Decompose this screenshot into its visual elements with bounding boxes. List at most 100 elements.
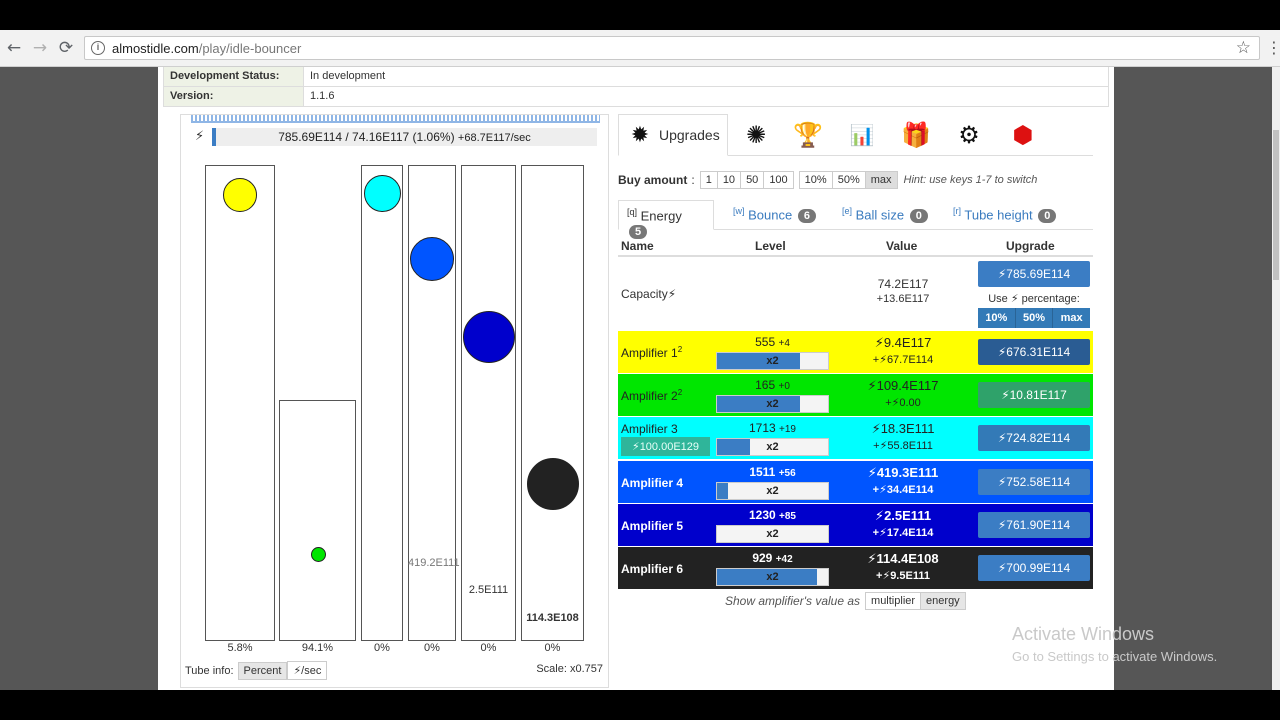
info-row: Development Status: In development	[163, 67, 1109, 87]
tab-ball-size[interactable]: [e] Ball size 0	[834, 200, 936, 230]
browser-menu-icon[interactable]: ⋮	[1266, 38, 1280, 57]
amplifier-row: Amplifier 4 1511 +56 x2 ⚡419.3E111 +⚡34.4…	[618, 461, 1093, 503]
amplifier-multiplier: x2	[766, 485, 779, 497]
amplifier-unlock-button[interactable]: ⚡100.00E129	[621, 437, 710, 456]
amplifier-upgrade-button[interactable]: ⚡761.90E114	[978, 512, 1090, 538]
tab-tube-height[interactable]: [r] Tube height 0	[945, 200, 1064, 230]
capacity-50pct-button[interactable]: 50%	[1015, 308, 1054, 328]
info-value: In development	[310, 70, 386, 82]
buy-max-button[interactable]: max	[864, 171, 898, 189]
amplifier-level: 165 +0	[755, 378, 790, 392]
amplifier-row: Amplifier 5 1230 +85 x2 ⚡2.5E111 +⚡17.4E1…	[618, 504, 1093, 546]
settings-icon[interactable]: ⚙	[954, 120, 984, 150]
buy-100-button[interactable]: 100	[763, 171, 794, 189]
gem-icon[interactable]: ⬢	[1008, 120, 1038, 150]
buy-50-button[interactable]: 50	[740, 171, 765, 189]
upgrades-icon: ✹	[630, 123, 650, 148]
capacity-row: Capacity⚡ 74.2E117 +13.6E117 ⚡785.69E114…	[618, 257, 1093, 331]
buy-1-button[interactable]: 1	[699, 171, 718, 189]
header-name: Name	[621, 239, 654, 253]
scrollbar-thumb[interactable]	[1273, 130, 1279, 280]
amplifier-multiplier: x2	[766, 398, 779, 410]
amplifier-row: Amplifier 3 ⚡100.00E129 1713 +19 x2 ⚡18.…	[618, 417, 1093, 459]
tab-upgrades-label: Upgrades	[659, 127, 720, 143]
back-icon[interactable]: ←	[5, 39, 23, 57]
scale-label: Scale: x0.757	[536, 663, 603, 675]
amplifier-value: ⚡109.4E117 +⚡0.00	[867, 378, 939, 409]
tube-6-percent: 0%	[544, 642, 561, 654]
info-value: 1.1.6	[310, 90, 335, 102]
amplifier-upgrade-button[interactable]: ⚡724.82E114	[978, 425, 1090, 451]
amplifier-value: ⚡114.4E108 +⚡9.5E111	[867, 551, 939, 582]
amplifier-row: Amplifier 6 929 +42 x2 ⚡114.4E108 +⚡9.5E1…	[618, 547, 1093, 589]
buy-50pct-button[interactable]: 50%	[831, 171, 866, 189]
game-panel: ⚡ 785.69E114 / 74.16E117 (1.06%) +68.7E1…	[180, 114, 609, 688]
amplifier-row: Amplifier 12 555 +4 x2 ⚡9.4E117 +⚡67.7E11…	[618, 331, 1093, 373]
amplifier-progress-bar: x2	[716, 568, 829, 586]
tube-info-percent-button[interactable]: Percent	[237, 661, 288, 680]
amplifier-name: Amplifier 3	[621, 422, 678, 436]
amplifier-name: Amplifier 5	[621, 519, 684, 533]
amplifier-upgrade-button[interactable]: ⚡676.31E114	[978, 339, 1090, 365]
buy-amount-row: Buy amount: 1 10 50 100 10% 50% max Hint…	[618, 171, 1038, 189]
buy-10-button[interactable]: 10	[716, 171, 742, 189]
show-multiplier-button[interactable]: multiplier	[865, 592, 922, 610]
amplifier-upgrade-button[interactable]: ⚡700.99E114	[978, 555, 1090, 581]
upgrade-table-header: Name Level Value Upgrade	[618, 235, 1093, 257]
reload-icon[interactable]: ⟳	[57, 39, 75, 57]
browser-toolbar: ← → ⟳ i almostidle.com/play/idle-bouncer…	[0, 30, 1280, 67]
amplifier-level: 555 +4	[755, 335, 790, 349]
windows-activation-watermark: Activate Windows Go to Settings to activ…	[1012, 624, 1217, 664]
amplifier-row: Amplifier 22 165 +0 x2 ⚡109.4E117 +⚡0.00 …	[618, 374, 1093, 416]
amplifier-progress-bar: x2	[716, 438, 829, 456]
bookmark-star-icon[interactable]: ☆	[1236, 38, 1251, 58]
count-badge: 0	[909, 209, 928, 224]
amplifier-name: Amplifier 12	[621, 345, 683, 360]
capacity-10pct-button[interactable]: 10%	[978, 308, 1016, 328]
url-text: almostidle.com/play/idle-bouncer	[112, 41, 302, 56]
amplifier-level: 1230 +85	[748, 508, 796, 522]
tab-energy[interactable]: [q] Energy 5	[618, 200, 714, 240]
buy-hint: Hint: use keys 1-7 to switch	[903, 174, 1038, 186]
amplifier-level: 1511 +56	[749, 465, 796, 479]
capacity-upgrade-button[interactable]: ⚡785.69E114	[978, 261, 1090, 287]
amplifier-value: ⚡2.5E111 +⚡17.4E114	[872, 508, 934, 539]
bolt-icon: ⚡	[293, 664, 302, 677]
capacity-pct-buttons: 10% 50% max	[978, 308, 1091, 328]
count-badge: 0	[1038, 209, 1057, 224]
amplifier-value: ⚡18.3E111 +⚡55.8E111	[871, 421, 935, 452]
trophy-icon[interactable]: 🏆	[793, 120, 823, 150]
tab-upgrades[interactable]: ✹ Upgrades	[618, 114, 728, 156]
capacity-value: 74.2E117 +13.6E117	[876, 277, 930, 305]
buy-amount-label: Buy amount	[618, 173, 688, 187]
amplifier-name: Amplifier 4	[621, 476, 684, 490]
amplifier-value: ⚡9.4E117 +⚡67.7E114	[872, 335, 934, 366]
site-info-icon[interactable]: i	[91, 41, 105, 55]
tube-info-persec-button[interactable]: ⚡/sec	[287, 661, 328, 680]
amplifier-upgrade-button[interactable]: ⚡10.81E117	[978, 382, 1090, 408]
capacity-max-button[interactable]: max	[1053, 308, 1091, 328]
tube-3	[361, 165, 403, 641]
amplifier-progress-bar: x2	[716, 395, 829, 413]
screen-letterbox-top	[0, 0, 1280, 30]
amplifier-multiplier: x2	[766, 441, 779, 453]
show-value-label: Show amplifier's value as	[725, 594, 861, 608]
address-bar[interactable]: i almostidle.com/play/idle-bouncer ☆	[84, 36, 1260, 60]
gift-icon[interactable]: 🎁	[901, 120, 931, 150]
forward-icon[interactable]: →	[31, 39, 49, 57]
ball-black	[527, 458, 579, 510]
amplifier-multiplier: x2	[766, 571, 779, 583]
bounce-icon[interactable]: ✺	[741, 120, 771, 150]
stats-icon[interactable]: 📊	[847, 120, 877, 150]
tube-2-percent: 94.1%	[301, 642, 334, 654]
amplifier-multiplier: x2	[766, 355, 779, 367]
ceiling-spikes	[191, 115, 600, 123]
game-info-table: Development Status: In development Versi…	[163, 67, 1109, 107]
ball-blue	[410, 237, 454, 281]
tube-3-percent: 0%	[374, 642, 390, 654]
show-energy-button[interactable]: energy	[920, 592, 966, 610]
screen-letterbox-bottom	[0, 690, 1280, 720]
amplifier-upgrade-button[interactable]: ⚡752.58E114	[978, 469, 1090, 495]
tab-bounce[interactable]: [w] Bounce 6	[725, 200, 824, 230]
buy-10pct-button[interactable]: 10%	[798, 171, 833, 189]
